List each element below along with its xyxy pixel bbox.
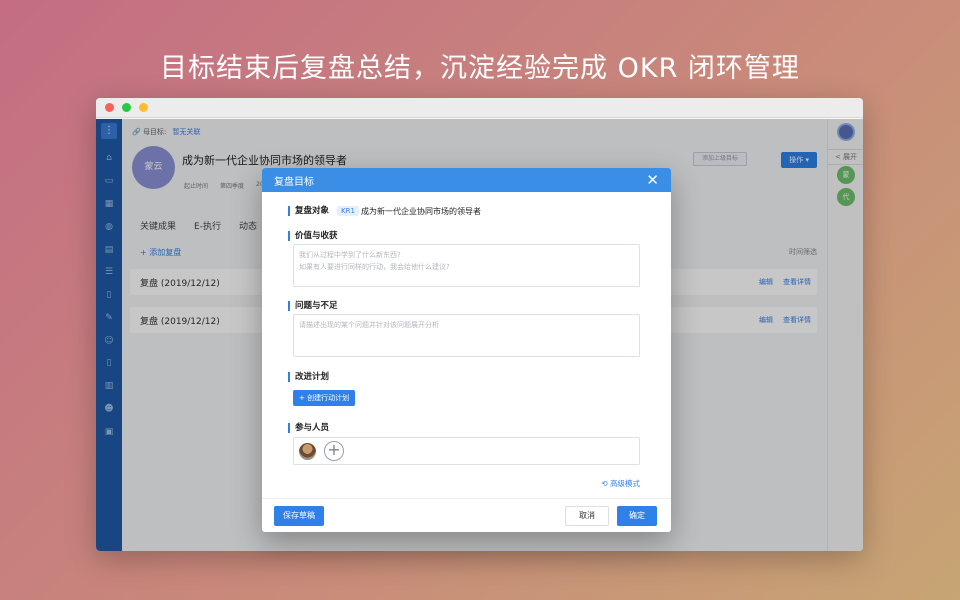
value-textarea[interactable]: 我们从过程中学到了什么新东西? 如果有人要进行同样的行动，我会给他什么建议? (293, 244, 640, 287)
review-modal: 复盘目标 ✕ 复盘对象 KR1 成为新一代企业协同市场的领导者 价值与收获 我们… (262, 168, 671, 532)
value-label: 价值与收获 (288, 231, 338, 241)
participants-box: + (293, 437, 640, 465)
close-window-button[interactable] (105, 103, 114, 112)
review-target-label: 复盘对象 (288, 206, 329, 216)
modal-header: 复盘目标 ✕ (262, 168, 671, 192)
minimize-window-button[interactable] (139, 103, 148, 112)
issues-textarea[interactable]: 请描述出现的某个问题并针对该问题展开分析 (293, 314, 640, 357)
headline: 目标结束后复盘总结，沉淀经验完成 OKR 闭环管理 (160, 53, 800, 84)
modal-footer: 保存草稿 取消 确定 (262, 498, 671, 532)
issues-label: 问题与不足 (288, 301, 338, 311)
advanced-mode-label: 高级模式 (610, 479, 640, 488)
title-bar (96, 98, 863, 118)
refresh-icon: ⟲ (601, 479, 608, 488)
create-action-plan-button[interactable]: + 创建行动计划 (293, 390, 356, 406)
close-icon[interactable]: ✕ (646, 171, 659, 189)
kr-tag: KR1 (337, 206, 359, 216)
participant-avatar[interactable] (299, 443, 316, 460)
advanced-mode-link[interactable]: ⟲ 高级模式 (601, 478, 640, 489)
zoom-window-button[interactable] (122, 103, 131, 112)
save-draft-button[interactable]: 保存草稿 (274, 506, 324, 526)
participants-label: 参与人员 (288, 423, 329, 433)
confirm-button[interactable]: 确定 (617, 506, 657, 526)
plan-label: 改进计划 (288, 372, 329, 382)
kr-name: 成为新一代企业协同市场的领导者 (361, 207, 481, 216)
cancel-button[interactable]: 取消 (565, 506, 609, 526)
modal-title: 复盘目标 (274, 176, 314, 188)
plus-icon[interactable]: + (324, 441, 344, 461)
